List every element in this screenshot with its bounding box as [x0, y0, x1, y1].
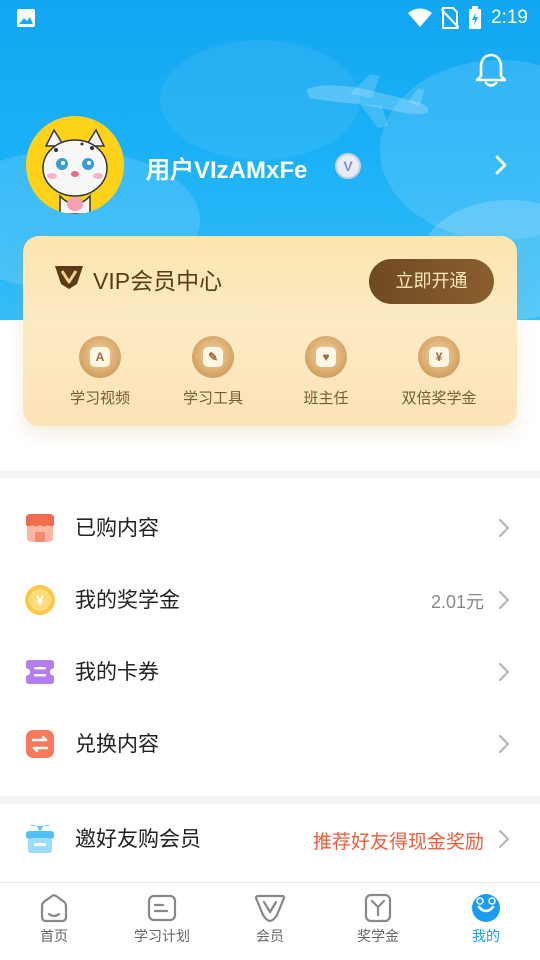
invite-label: 邀好友购会员 — [75, 828, 201, 851]
tab-label: 学习计划 — [134, 928, 190, 944]
chevron-right-icon — [499, 663, 509, 681]
vip-feature-class-teacher[interactable]: ♥ 班主任 — [271, 336, 381, 408]
scholarship-icon — [364, 893, 392, 923]
learning-tools-icon: ✎ — [192, 336, 234, 378]
tab-label: 会员 — [256, 928, 284, 944]
shop-icon — [26, 514, 54, 542]
menu-label: 兑换内容 — [75, 733, 159, 756]
feature-label: 学习工具 — [182, 390, 243, 407]
open-vip-button[interactable]: 立即开通 — [369, 259, 494, 304]
tab-label: 奖学金 — [357, 928, 399, 944]
tab-label: 首页 — [40, 928, 68, 944]
notification-bell-icon[interactable] — [474, 52, 508, 88]
double-scholarship-icon: ¥ — [418, 336, 460, 378]
vip-center-title: VIP会员中心 — [93, 268, 223, 294]
plan-icon — [147, 894, 177, 922]
svg-text:¥: ¥ — [36, 592, 44, 608]
battery-charging-icon — [469, 6, 482, 29]
feature-label: 学习视频 — [69, 390, 130, 407]
menu-label: 已购内容 — [75, 517, 159, 540]
vip-status-badge: V — [335, 153, 361, 179]
class-teacher-icon: ♥ — [305, 336, 347, 378]
bottom-tab-bar: 首页 学习计划 会员 奖学金 我的 — [0, 882, 540, 960]
tab-label: 我的 — [472, 928, 500, 944]
menu-item-my-scholarship[interactable]: ¥ 我的奖学金 2.01元 — [0, 564, 540, 636]
tab-study-plan[interactable]: 学习计划 — [108, 893, 216, 946]
feature-label: 双倍奖学金 — [401, 390, 477, 407]
username: 用户VIzAMxFe — [146, 157, 308, 184]
vip-feature-learning-video[interactable]: A 学习视频 — [45, 336, 155, 408]
profile-section[interactable]: 用户VIzAMxFe V — [26, 116, 526, 216]
no-sim-icon — [441, 7, 460, 29]
tab-vip[interactable]: 会员 — [216, 893, 324, 946]
wifi-icon — [408, 8, 433, 27]
vip-feature-double-scholarship[interactable]: ¥ 双倍奖学金 — [384, 336, 494, 408]
menu-item-redeem-content[interactable]: 兑换内容 — [0, 708, 540, 780]
status-bar: 2:19 — [0, 0, 540, 36]
chevron-right-icon — [495, 155, 507, 175]
coin-icon: ¥ — [25, 585, 55, 615]
vip-crown-icon — [55, 266, 83, 289]
cat-avatar-icon — [26, 116, 124, 214]
scholarship-amount: 2.01元 — [430, 592, 484, 612]
vip-icon — [254, 894, 286, 923]
menu-item-purchased-content[interactable]: 已购内容 — [0, 492, 540, 564]
profile-icon — [472, 894, 500, 922]
tab-home[interactable]: 首页 — [0, 893, 108, 946]
menu-label: 我的卡券 — [75, 661, 159, 684]
home-icon — [40, 894, 68, 923]
chevron-right-icon — [499, 735, 509, 753]
section-divider — [0, 470, 540, 478]
menu-label: 我的奖学金 — [75, 589, 180, 612]
invite-friends-row[interactable]: 邀好友购会员 推荐好友得现金奖励 — [0, 803, 540, 875]
invite-reward-text: 推荐好友得现金奖励 — [312, 832, 484, 853]
status-time: 2:19 — [491, 7, 528, 28]
coupon-icon — [26, 660, 54, 684]
image-notification-icon — [17, 9, 35, 27]
vip-feature-learning-tools[interactable]: ✎ 学习工具 — [158, 336, 268, 408]
feature-label: 班主任 — [303, 390, 349, 407]
menu-item-my-coupons[interactable]: 我的卡券 — [0, 636, 540, 708]
avatar[interactable] — [26, 116, 124, 214]
tab-scholarship[interactable]: 奖学金 — [324, 893, 432, 946]
learning-video-icon: A — [79, 336, 121, 378]
chevron-right-icon — [499, 830, 509, 848]
chevron-right-icon — [499, 519, 509, 537]
gift-icon — [26, 824, 54, 853]
tab-mine[interactable]: 我的 — [432, 893, 540, 946]
vip-center-card[interactable]: VIP会员中心 立即开通 A 学习视频 ✎ 学习工具 ♥ 班主任 ¥ 双倍奖学金 — [23, 236, 517, 426]
exchange-icon — [26, 730, 54, 758]
chevron-right-icon — [499, 591, 509, 609]
